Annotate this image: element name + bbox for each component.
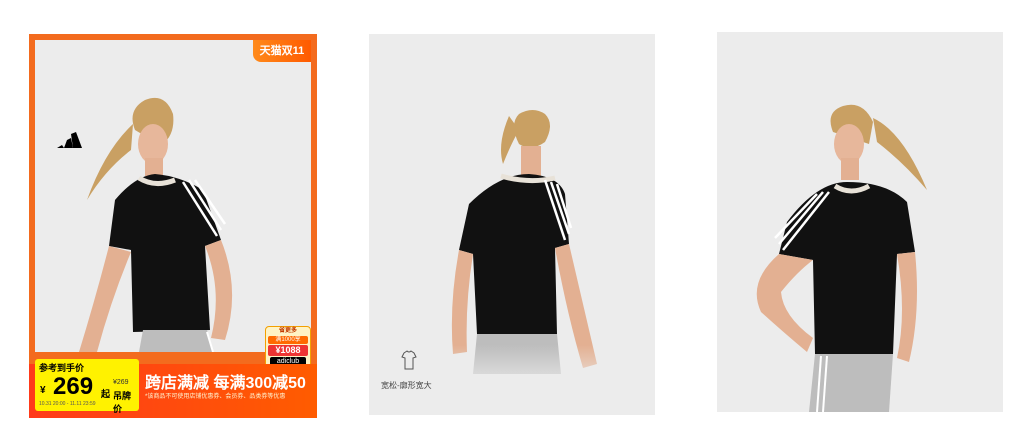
original-price-label: 吊牌价 <box>113 391 132 414</box>
adidas-logo-icon <box>57 132 82 148</box>
product-image-back[interactable]: 宽松-廓形宽大 <box>369 34 655 415</box>
fit-label: 宽松-廓形宽大 <box>381 381 432 390</box>
tshirt-fit-icon <box>401 350 417 370</box>
model-photo <box>79 97 233 352</box>
product-image-main[interactable]: 天猫双11 省更多 满1000享 ¥1088 adiclub 参考到手价 ¥ 2… <box>29 34 317 418</box>
promo-title: 跨店满减 每满300减50 <box>145 375 306 392</box>
currency-symbol: ¥ <box>40 385 46 396</box>
price-box: 参考到手价 ¥ 269 起 ¥269 吊牌价 10.31 20:00 - 11.… <box>35 359 139 414</box>
tmall-double11-tag: 天猫双11 <box>253 40 311 62</box>
badge-line1: 省更多 <box>278 328 297 334</box>
product-image-front[interactable] <box>717 32 1003 412</box>
promo-note: *该商品不可使用店铺优惠券、会员券、品类券等优惠 <box>145 394 286 400</box>
original-price: ¥269 <box>113 379 129 386</box>
promo-time-range: 10.31 20:00 - 11.11 23:59 <box>39 401 96 407</box>
badge-price: ¥1088 <box>268 345 308 356</box>
price-suffix: 起 <box>101 389 111 399</box>
photo-area: 天猫双11 <box>35 40 311 352</box>
model-photo <box>756 104 927 412</box>
badge-line2: 满1000享 <box>268 336 308 344</box>
price-value: 269 <box>53 373 94 400</box>
